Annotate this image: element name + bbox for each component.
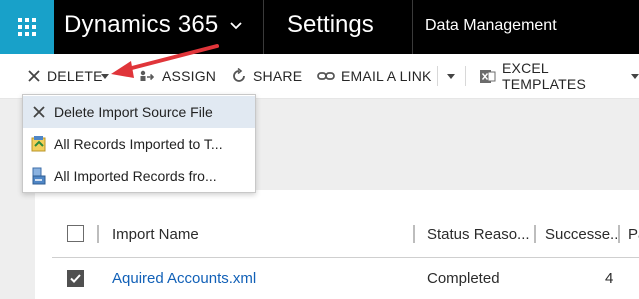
assign-icon (139, 68, 156, 85)
column-header-partial[interactable]: Pa (628, 211, 639, 257)
select-all-checkbox[interactable] (67, 225, 84, 242)
assign-button[interactable]: ASSIGN (139, 54, 216, 98)
menu-item-label: All Imported Records fro... (54, 168, 217, 184)
column-header-import-name[interactable]: Import Name (112, 211, 412, 257)
email-link-button[interactable]: EMAIL A LINK (317, 54, 432, 98)
nav-divider (412, 0, 413, 54)
imported-records-icon (30, 135, 48, 153)
x-icon (30, 103, 48, 121)
assign-label: ASSIGN (162, 68, 217, 84)
menu-item-delete-import-source-file[interactable]: Delete Import Source File (23, 96, 255, 128)
link-icon (317, 70, 335, 82)
delete-dropdown-menu: Delete Import Source File All Records Im… (22, 94, 256, 193)
app-name[interactable]: Dynamics 365 (64, 11, 218, 39)
excel-templates-button[interactable]: EXCEL TEMPLATES (479, 54, 639, 98)
column-divider[interactable] (97, 225, 99, 243)
command-divider (465, 66, 466, 86)
delete-dropdown-toggle[interactable] (101, 54, 109, 98)
x-icon (27, 69, 41, 83)
menu-item-label: Delete Import Source File (54, 104, 213, 120)
import-name-link[interactable]: Aquired Accounts.xml (112, 258, 256, 299)
caret-down-icon (447, 73, 455, 79)
delete-button[interactable]: DELETE (27, 54, 103, 98)
top-navigation-bar: Dynamics 365 Settings Data Management (0, 0, 639, 54)
nav-divider (263, 0, 264, 54)
share-button[interactable]: SHARE (231, 54, 302, 98)
caret-down-icon (631, 73, 639, 79)
delete-label: DELETE (47, 68, 103, 84)
menu-item-label: All Records Imported to T... (54, 136, 223, 152)
command-divider (437, 66, 438, 86)
share-label: SHARE (253, 68, 303, 84)
column-divider[interactable] (413, 225, 415, 243)
excel-icon (479, 68, 496, 85)
menu-item-all-imported-records-from[interactable]: All Imported Records fro... (23, 160, 255, 192)
more-commands-toggle[interactable] (447, 54, 455, 98)
status-reason-cell: Completed (427, 270, 500, 287)
column-divider[interactable] (618, 225, 620, 243)
app-launcher-button[interactable] (0, 0, 54, 54)
share-icon (231, 68, 247, 84)
excel-templates-label: EXCEL TEMPLATES (502, 60, 587, 92)
chevron-down-icon[interactable] (226, 16, 246, 36)
row-checkbox[interactable] (67, 270, 84, 287)
caret-down-icon (101, 73, 109, 79)
grid-header: Import Name Status Reaso... Successe... … (52, 211, 639, 258)
module-name[interactable]: Settings (287, 11, 374, 39)
command-bar: DELETE ASSIGN SHARE EMAIL A LINK EXCEL T… (0, 54, 639, 99)
breadcrumb[interactable]: Data Management (425, 17, 557, 35)
checkmark-icon (70, 274, 81, 283)
table-row[interactable]: Aquired Accounts.xml Completed 4 (52, 258, 639, 299)
column-divider[interactable] (534, 225, 536, 243)
email-link-label: EMAIL A LINK (341, 68, 432, 84)
successes-cell: 4 (605, 270, 614, 287)
imported-records-list-icon (30, 167, 48, 185)
menu-item-all-records-imported[interactable]: All Records Imported to T... (23, 128, 255, 160)
waffle-icon (18, 18, 36, 36)
column-header-status-reason[interactable]: Status Reaso... (427, 211, 529, 257)
column-header-successes[interactable]: Successe... (545, 211, 617, 257)
